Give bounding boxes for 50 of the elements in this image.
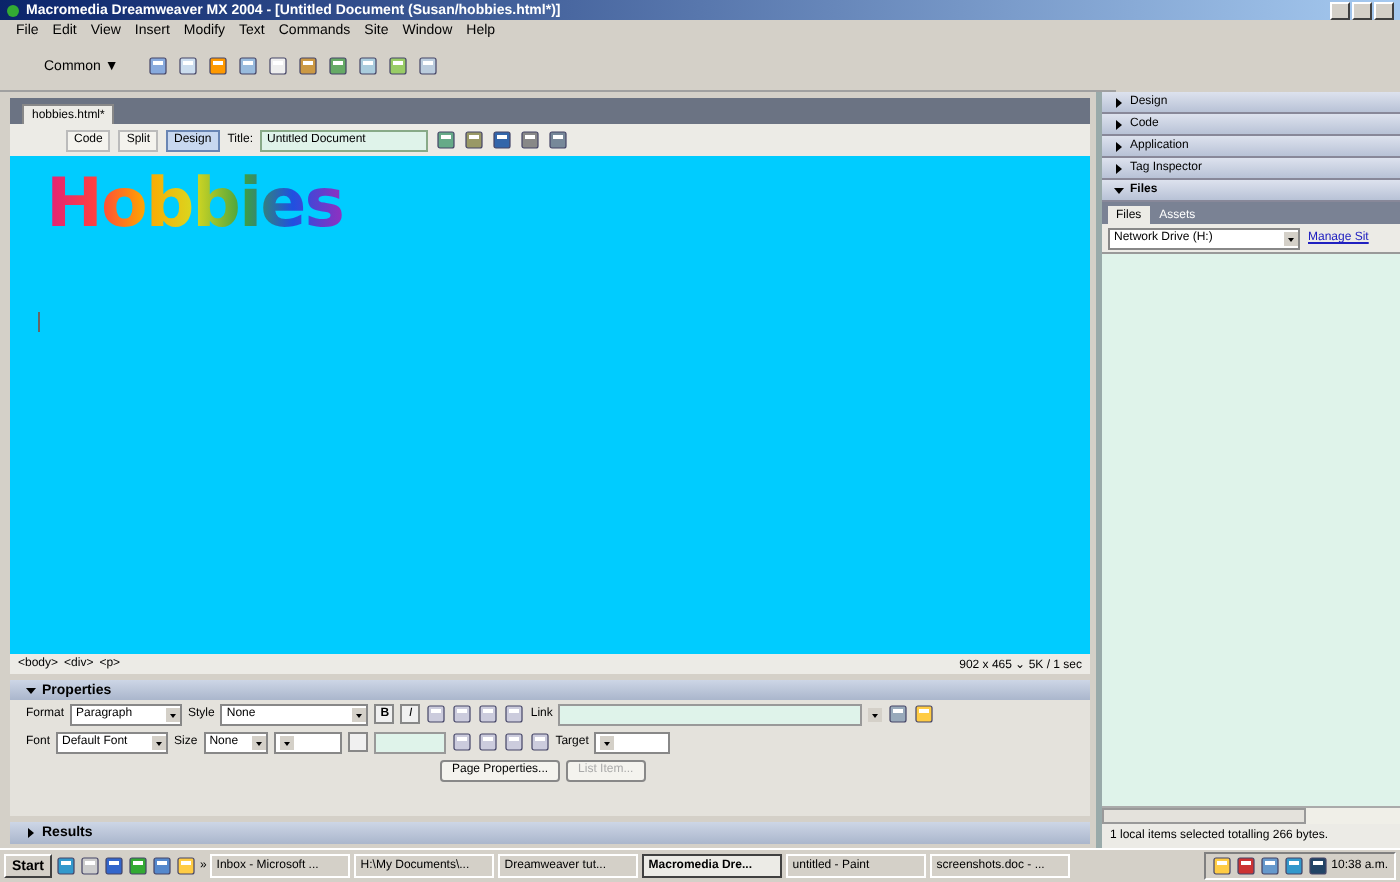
dropdown-arrow-icon[interactable] [279,735,294,749]
toolbar-icon[interactable] [492,130,513,150]
text-cursor [38,312,40,332]
tray-icon[interactable] [1283,856,1304,876]
close-button[interactable] [1374,1,1394,19]
quick-launch-icon[interactable] [55,856,76,876]
color-field[interactable] [373,731,446,753]
quick-launch-icon[interactable] [151,856,172,876]
quick-launch-icon[interactable] [79,856,100,876]
collapsed-triangle-icon [1114,141,1124,151]
tray-icon[interactable] [1307,856,1328,876]
dropdown-arrow-icon[interactable] [166,707,181,721]
toolbar-icon[interactable] [436,130,457,150]
expanded-triangle-icon [1114,185,1124,195]
dropdown-arrow-icon[interactable] [868,707,883,721]
color-swatch[interactable] [347,732,368,752]
horizontal-scrollbar[interactable] [1102,806,1400,824]
toolbar-icon[interactable] [208,56,229,76]
collapsed-triangle-icon [1114,119,1124,129]
dropdown-arrow-icon[interactable] [600,735,615,749]
quick-launch-icon[interactable] [175,856,196,876]
toolbar-icon[interactable] [238,56,259,76]
maximize-button[interactable] [1352,1,1372,19]
toolbar-icon[interactable] [148,56,169,76]
expanded-triangle-icon [26,685,36,695]
collapsed-triangle-icon [1114,163,1124,173]
toolbar-icon[interactable] [178,56,199,76]
quick-launch-icon[interactable] [127,856,148,876]
dropdown-arrow-icon[interactable] [352,707,367,721]
link-field[interactable] [558,703,863,725]
toolbar-icon[interactable] [328,56,349,76]
toolbar-icon[interactable] [520,130,541,150]
tray-icon[interactable] [1235,856,1256,876]
toolbar-icon[interactable] [268,56,289,76]
dropdown-arrow-icon[interactable] [251,735,266,749]
toolbar-icon[interactable] [548,130,569,150]
app-logo-icon [6,3,20,17]
minimize-button[interactable] [1330,1,1350,19]
toolbar-icon[interactable] [298,56,319,76]
collapsed-triangle-icon [26,828,36,838]
tray-icon[interactable] [1211,856,1232,876]
toolbar-icon[interactable] [418,56,439,76]
toolbar-icon[interactable] [358,56,379,76]
collapsed-triangle-icon [1114,97,1124,107]
tray-icon[interactable] [1259,856,1280,876]
toolbar-icon[interactable] [464,130,485,150]
quick-launch-icon[interactable] [103,856,124,876]
dropdown-arrow-icon[interactable] [1284,231,1298,245]
dropdown-arrow-icon[interactable] [152,735,167,749]
toolbar-icon[interactable] [388,56,409,76]
